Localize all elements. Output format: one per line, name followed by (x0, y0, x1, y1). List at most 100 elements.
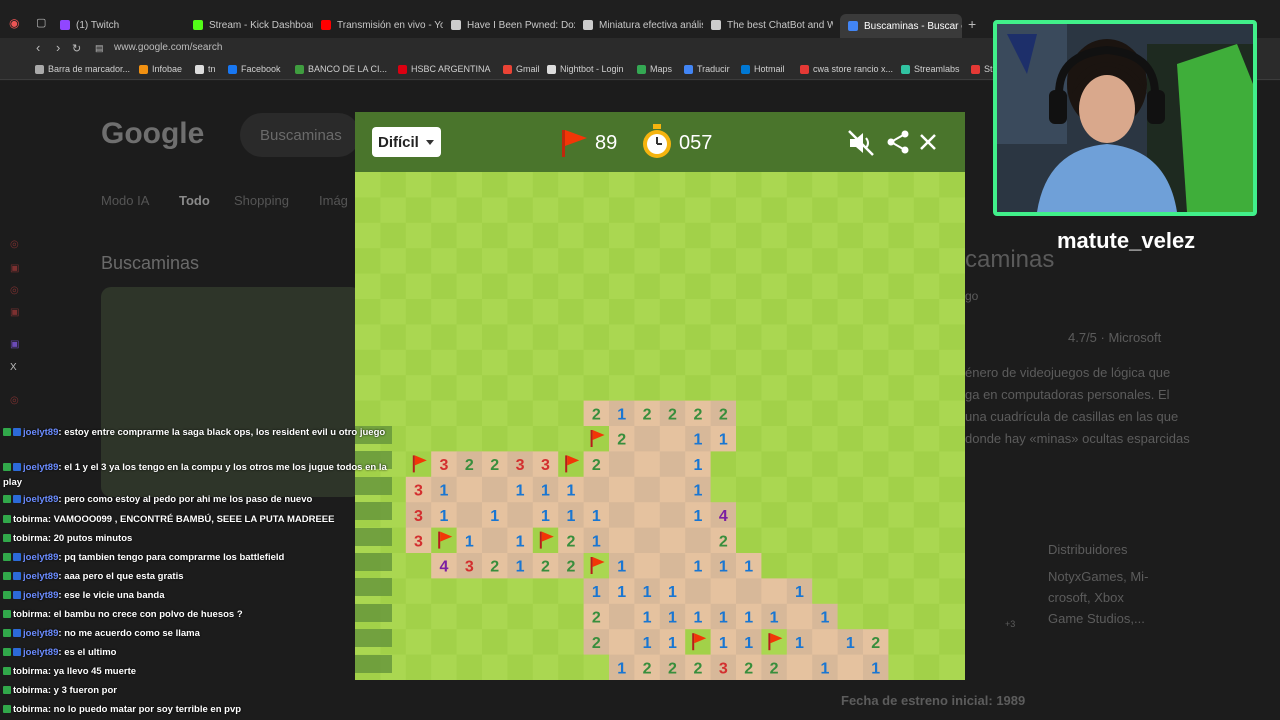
hidden-cell[interactable] (913, 324, 940, 351)
hidden-cell[interactable] (888, 248, 915, 275)
hidden-cell[interactable] (507, 629, 534, 656)
revealed-cell[interactable] (710, 578, 737, 605)
hidden-cell[interactable] (685, 222, 712, 249)
hidden-cell[interactable] (939, 349, 965, 376)
hidden-cell[interactable] (888, 451, 915, 478)
hidden-cell[interactable] (532, 629, 559, 656)
hidden-cell[interactable] (812, 324, 839, 351)
hidden-cell[interactable] (355, 273, 381, 300)
hidden-cell[interactable] (736, 197, 762, 224)
hidden-cell[interactable] (431, 299, 458, 325)
hidden-cell[interactable] (736, 324, 762, 351)
hidden-cell[interactable] (736, 400, 762, 427)
hidden-cell[interactable] (456, 248, 483, 275)
hidden-cell[interactable] (405, 375, 432, 402)
hidden-cell[interactable] (558, 451, 585, 478)
hidden-cell[interactable] (761, 451, 788, 478)
hidden-cell[interactable] (380, 324, 407, 351)
hidden-cell[interactable] (913, 248, 940, 275)
hidden-cell[interactable] (812, 578, 839, 605)
hidden-cell[interactable] (888, 197, 915, 224)
hidden-cell[interactable] (786, 349, 813, 376)
hidden-cell[interactable] (786, 527, 813, 554)
hidden-cell[interactable] (888, 375, 915, 402)
hidden-cell[interactable] (507, 375, 534, 402)
hidden-cell[interactable] (939, 400, 965, 427)
hidden-cell[interactable] (761, 476, 788, 503)
hidden-cell[interactable] (634, 248, 661, 275)
hidden-cell[interactable] (456, 273, 483, 300)
hidden-cell[interactable] (786, 426, 813, 452)
hidden-cell[interactable] (355, 324, 381, 351)
hidden-cell[interactable] (405, 426, 432, 452)
hidden-cell[interactable] (609, 248, 635, 275)
hidden-cell[interactable] (456, 603, 483, 630)
hidden-cell[interactable] (913, 349, 940, 376)
tab-overview-icon[interactable]: ▢ (36, 16, 46, 29)
browser-tab-2[interactable]: Transmisión en vivo - You (321, 14, 443, 36)
hidden-cell[interactable] (888, 603, 915, 630)
hidden-cell[interactable] (583, 349, 610, 376)
hidden-cell[interactable] (380, 222, 407, 249)
revealed-cell[interactable] (634, 527, 661, 554)
hidden-cell[interactable] (507, 248, 534, 275)
hidden-cell[interactable] (786, 502, 813, 529)
hidden-cell[interactable] (507, 324, 534, 351)
hidden-cell[interactable] (786, 324, 813, 351)
hidden-cell[interactable] (710, 172, 737, 198)
hidden-cell[interactable] (532, 400, 559, 427)
hidden-cell[interactable] (837, 273, 864, 300)
hidden-cell[interactable] (939, 629, 965, 656)
revealed-cell[interactable] (659, 476, 686, 503)
revealed-cell[interactable] (634, 502, 661, 529)
hidden-cell[interactable] (761, 172, 788, 198)
hidden-cell[interactable] (913, 603, 940, 630)
twitch-icon[interactable]: ▣ (10, 339, 19, 350)
chat-username[interactable]: tobirma (13, 609, 48, 620)
hidden-cell[interactable] (659, 324, 686, 351)
hidden-cell[interactable] (736, 172, 762, 198)
hidden-cell[interactable] (431, 527, 458, 554)
revealed-cell[interactable] (837, 654, 864, 680)
chat-username[interactable]: joelyt89 (23, 427, 58, 438)
hidden-cell[interactable] (558, 172, 585, 198)
hidden-cell[interactable] (507, 654, 534, 680)
close-icon[interactable] (917, 131, 939, 153)
hidden-cell[interactable] (786, 248, 813, 275)
hidden-cell[interactable] (837, 476, 864, 503)
hidden-cell[interactable] (482, 349, 508, 376)
hidden-cell[interactable] (558, 629, 585, 656)
hidden-cell[interactable] (786, 476, 813, 503)
hidden-cell[interactable] (761, 502, 788, 529)
hidden-cell[interactable] (913, 502, 940, 529)
hidden-cell[interactable] (405, 400, 432, 427)
hidden-cell[interactable] (456, 426, 483, 452)
revealed-cell[interactable] (786, 654, 813, 680)
hidden-cell[interactable] (837, 553, 864, 579)
hidden-cell[interactable] (583, 248, 610, 275)
hidden-cell[interactable] (380, 172, 407, 198)
hidden-cell[interactable] (837, 172, 864, 198)
hidden-cell[interactable] (913, 197, 940, 224)
bookmark-item[interactable]: Hotmail (741, 64, 785, 74)
hidden-cell[interactable] (482, 426, 508, 452)
revealed-cell[interactable] (634, 451, 661, 478)
hidden-cell[interactable] (532, 578, 559, 605)
chat-username[interactable]: joelyt89 (23, 628, 58, 639)
hidden-cell[interactable] (456, 222, 483, 249)
hidden-cell[interactable] (786, 451, 813, 478)
hidden-cell[interactable] (685, 349, 712, 376)
hidden-cell[interactable] (355, 349, 381, 376)
hidden-cell[interactable] (913, 629, 940, 656)
hidden-cell[interactable] (532, 654, 559, 680)
revealed-cell[interactable] (685, 527, 712, 554)
hidden-cell[interactable] (558, 603, 585, 630)
hidden-cell[interactable] (863, 400, 889, 427)
side-red-icon-3[interactable]: ◎ (10, 285, 19, 296)
chat-username[interactable]: tobirma (13, 685, 48, 696)
hidden-cell[interactable] (761, 553, 788, 579)
hidden-cell[interactable] (685, 172, 712, 198)
hidden-cell[interactable] (786, 375, 813, 402)
hidden-cell[interactable] (786, 222, 813, 249)
hidden-cell[interactable] (507, 426, 534, 452)
